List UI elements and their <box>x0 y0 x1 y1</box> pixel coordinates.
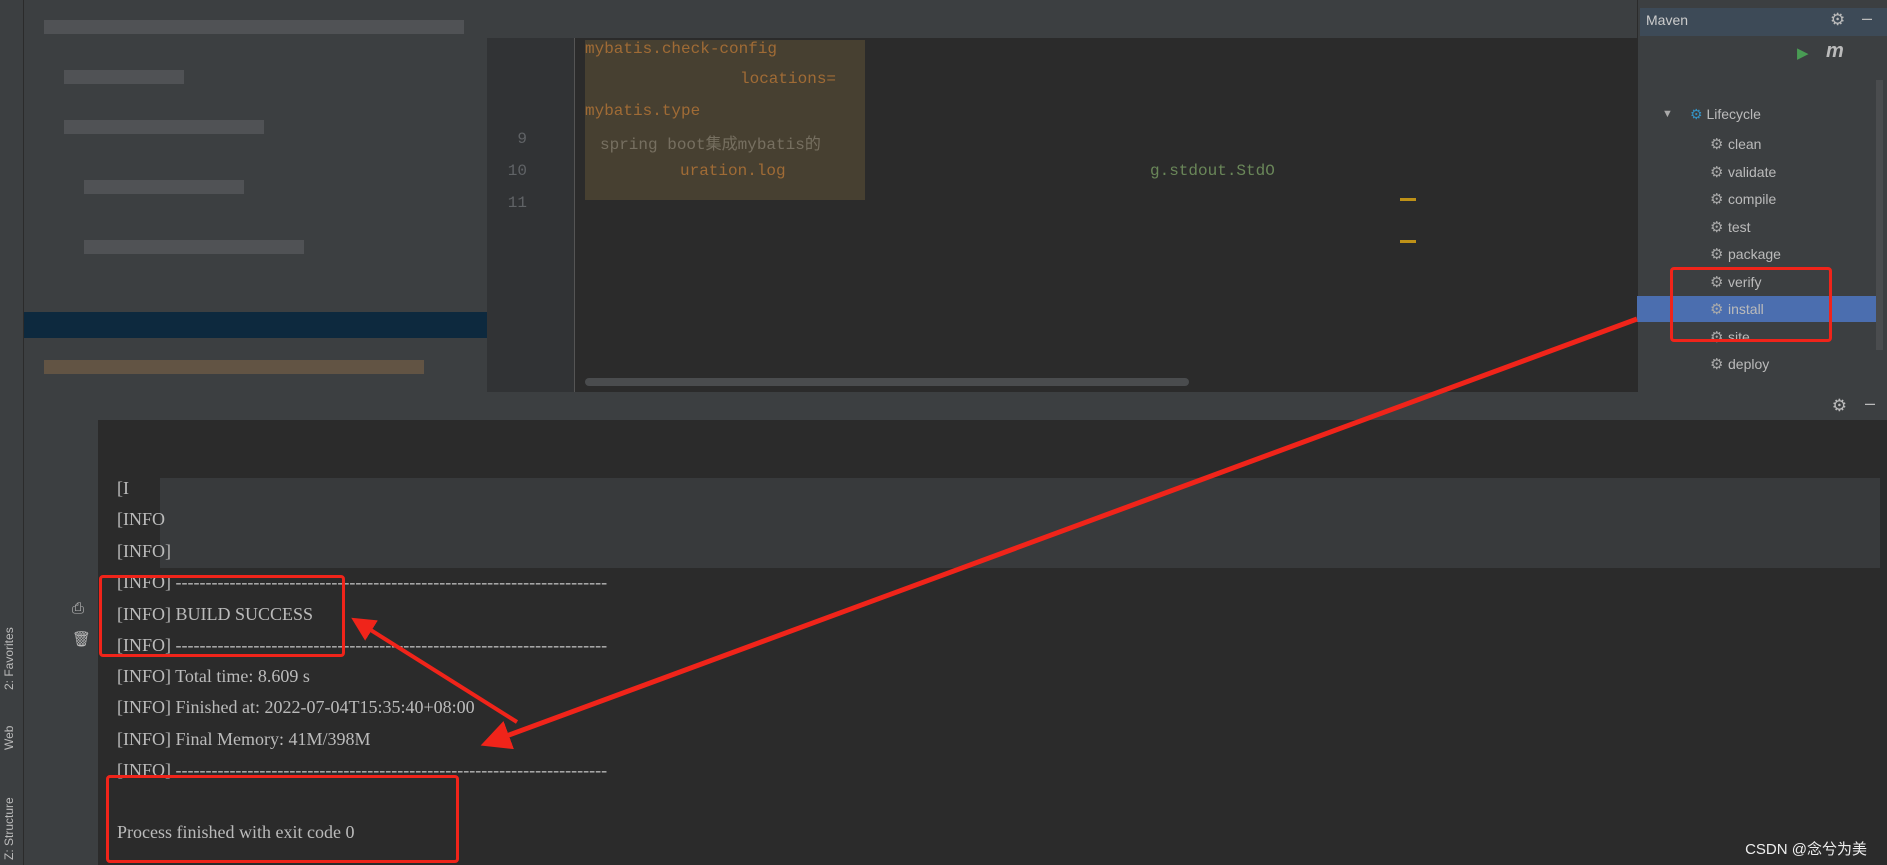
arrow-install-to-console <box>480 316 1638 750</box>
annotation-arrows <box>351 316 1638 750</box>
arrow-to-build-success <box>351 617 519 724</box>
watermark: CSDN @念兮为美 <box>1745 841 1867 858</box>
